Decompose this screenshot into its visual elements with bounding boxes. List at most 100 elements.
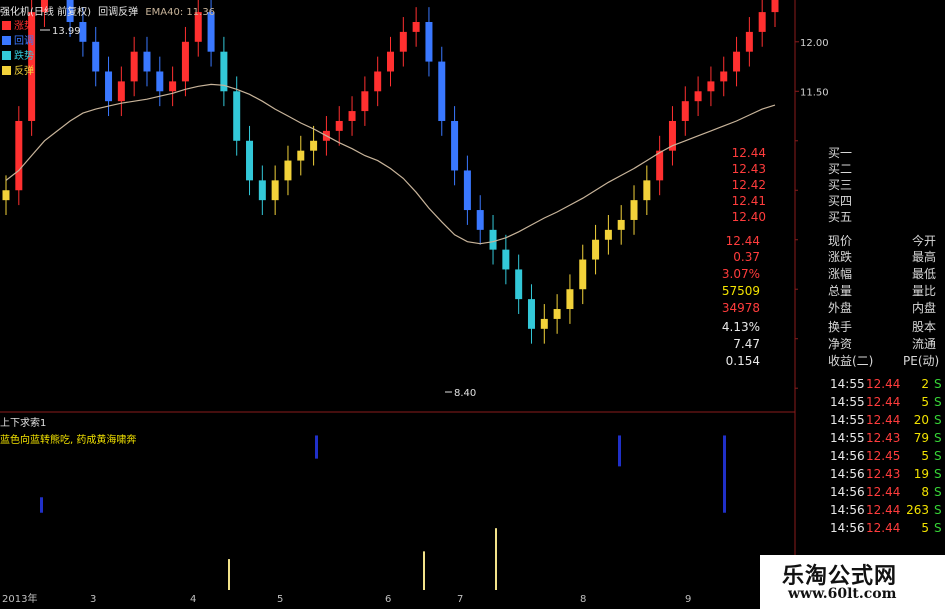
candle-body (143, 51, 151, 72)
stat-tail: 今开 (912, 234, 937, 248)
x-tick-label: 7 (457, 594, 463, 605)
candle-body (438, 61, 446, 121)
candle-body (207, 12, 215, 52)
x-tick-label: 2013年 (2, 592, 37, 605)
candle-body (463, 170, 471, 211)
tick-time: 14:55 (830, 431, 865, 445)
stat-label: 现价 (828, 234, 853, 248)
candle-body (489, 229, 497, 250)
pullback-swatch (2, 36, 11, 45)
ema-label: EMA40: 11.36 (145, 7, 216, 18)
candle-body (310, 140, 318, 151)
legend-pullback: 回调 (2, 36, 34, 48)
stock-title: 强化机(日线 前复权) (0, 7, 91, 18)
tick-price: 12.43 (866, 431, 901, 445)
bid-price: 12.44 (731, 146, 766, 160)
indicator-name: 回调反弹 (98, 7, 139, 18)
tick-time: 14:56 (830, 521, 865, 535)
tick-volume: 2 (921, 377, 929, 391)
candle-body (502, 249, 510, 270)
tick-volume: 263 (906, 503, 929, 517)
indicator-subtitle-a: 蓝色向蓝转熊吃, (0, 435, 74, 446)
chart-header: 强化机(日线 前复权) 回调反弹 EMA40: 11.36 (0, 3, 219, 18)
tick-row: 14:56 12.44 5 S (798, 520, 945, 536)
tick-row: 14:55 12.44 2 S (798, 376, 945, 392)
watermark: 乐淘公式网 www.60lt.com (760, 555, 945, 609)
tick-price: 12.44 (866, 485, 901, 499)
candle-body (553, 309, 561, 319)
tick-direction: S (934, 521, 942, 535)
candle-body (399, 31, 407, 52)
candle-body (694, 91, 702, 102)
candle-body (361, 91, 369, 112)
tick-time: 14:55 (830, 413, 865, 427)
candle-body (105, 71, 113, 102)
watermark-url: www.60lt.com (788, 586, 897, 602)
indicator-subtitle-b: 药成黄海啸奔 (76, 435, 137, 446)
legend-label: 涨势 (14, 21, 34, 32)
high-price-marker: 13.99 (52, 26, 81, 37)
low-price-marker: 8.40 (454, 388, 476, 399)
candle-body (592, 239, 600, 260)
indicator-blue-bar (40, 497, 43, 513)
tick-volume: 8 (921, 485, 929, 499)
stat-label: 涨幅 (828, 267, 853, 281)
stat-label: 换手 (828, 320, 853, 334)
candle-body (656, 150, 664, 181)
indicator-subtitle: 蓝色向蓝转熊吃, 药成黄海啸奔 (0, 431, 136, 446)
tick-row: 14:55 12.43 79 S (798, 430, 945, 446)
candle-body (374, 71, 382, 92)
candle-body (92, 41, 100, 72)
bid-price: 12.40 (731, 210, 766, 224)
candle-body (707, 81, 715, 92)
candle-body (297, 150, 305, 161)
candle-body (579, 259, 587, 290)
tick-time: 14:55 (830, 395, 865, 409)
indicator-yellow-bar (423, 551, 425, 590)
tick-volume: 5 (921, 521, 929, 535)
candle-body (258, 180, 266, 201)
tick-row: 14:56 12.44 263 S (798, 502, 945, 518)
tick-time: 14:56 (830, 503, 865, 517)
stat-tail: 内盘 (912, 301, 937, 315)
stat-value: 7.47 (733, 337, 760, 351)
candle-body (335, 120, 343, 131)
tick-direction: S (934, 395, 942, 409)
indicator-bars (40, 435, 726, 590)
candle-body (15, 120, 23, 191)
candle-body (733, 51, 741, 72)
tick-direction: S (934, 431, 942, 445)
candle-body (412, 22, 420, 32)
candle-body (233, 91, 241, 141)
candle-body (348, 111, 356, 121)
candle-body (566, 289, 574, 310)
x-tick-label: 3 (90, 594, 96, 605)
rebound-swatch (2, 66, 11, 75)
tick-price: 12.44 (866, 503, 901, 517)
candle-body (630, 200, 638, 220)
bid-price: 12.42 (731, 178, 766, 192)
candle-body (515, 269, 523, 300)
bid-label: 买四 (828, 194, 853, 208)
stat-value: 0.154 (725, 354, 760, 368)
legend-uptrend: 涨势 (2, 21, 34, 33)
tick-direction: S (934, 503, 942, 517)
tick-time: 14:56 (830, 485, 865, 499)
stat-label: 收益(二) (828, 354, 874, 368)
quote-panel: 买一 12.44 买二 12.43 买三 12.42 买四 12.41 买五 12.40 … (722, 136, 945, 609)
tick-direction: S (934, 449, 942, 463)
stat-value: 34978 (721, 301, 760, 315)
candle-body (181, 41, 189, 82)
candle-body (527, 299, 535, 329)
tick-row: 14:55 12.44 20 S (798, 412, 945, 428)
indicator-yellow-bar (228, 559, 230, 590)
tick-row: 14:55 12.44 5 S (798, 394, 945, 410)
candle-body (387, 51, 394, 72)
candle-body (169, 81, 177, 92)
candle-body (681, 101, 689, 121)
tick-row: 14:56 12.45 5 S (798, 448, 945, 464)
candlestick-series (2, 0, 779, 344)
stat-label: 总量 (828, 284, 853, 298)
bid-label: 买二 (828, 162, 853, 176)
stat-tail: PE(动) (903, 354, 940, 368)
